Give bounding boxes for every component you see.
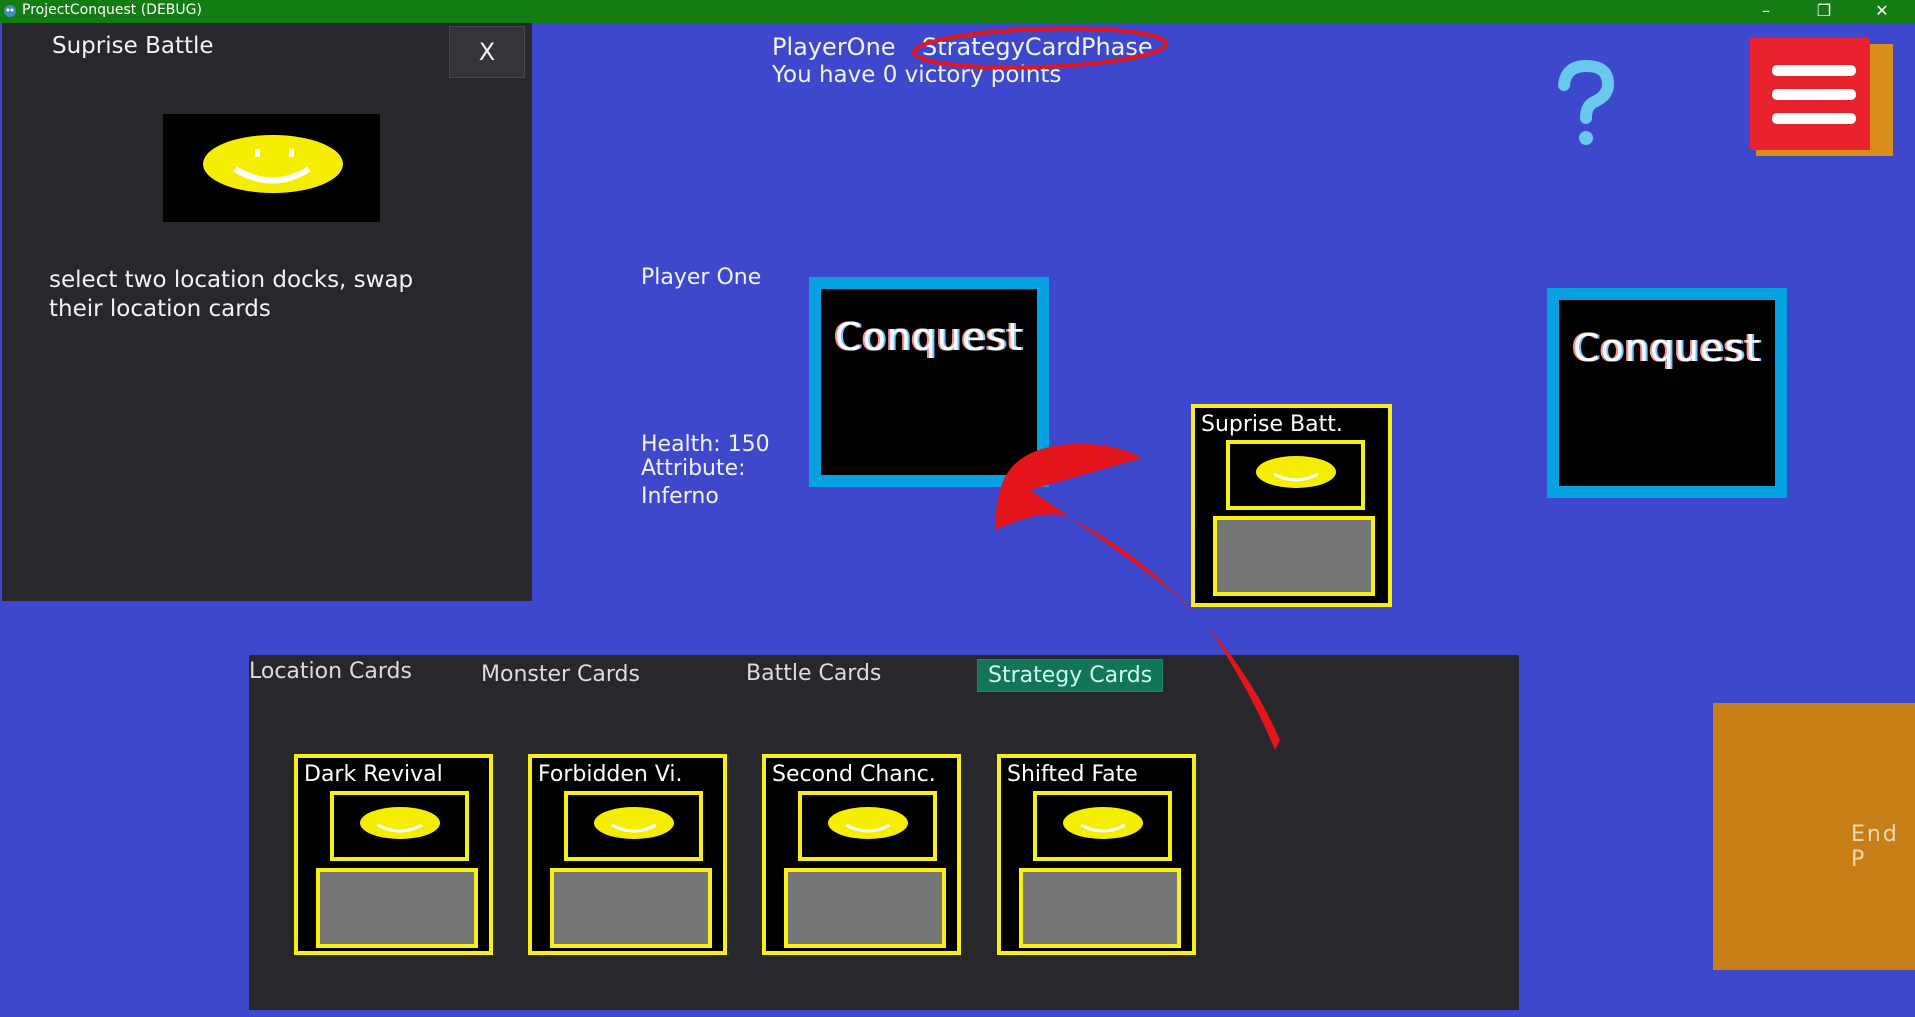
player-attribute-value: Inferno <box>641 484 719 509</box>
card-name: Shifted Fate <box>1007 762 1138 787</box>
player-health: Health: 150 <box>641 432 770 457</box>
popup-card-image <box>163 114 380 222</box>
location-title: Conquest <box>834 315 1024 359</box>
window-title: ProjectConquest (DEBUG) <box>22 2 202 18</box>
player-stats: Health: 150 Attribute: Inferno <box>641 433 821 509</box>
hand-card-2[interactable]: Forbidden Vi. <box>528 754 727 955</box>
card-name: Dark Revival <box>304 762 443 787</box>
card-text-box <box>784 868 946 948</box>
player-label: Player One <box>641 265 762 290</box>
tab-monster-cards[interactable]: Monster Cards <box>481 662 640 687</box>
card-text-box <box>550 868 712 948</box>
victory-points-text: You have 0 victory points <box>772 62 1062 88</box>
smiley-face-icon <box>330 791 469 861</box>
close-icon[interactable]: ✕ <box>1853 0 1911 23</box>
card-text-box <box>316 868 478 948</box>
location-title: Conquest <box>1572 326 1762 370</box>
window-title-bar: ProjectConquest (DEBUG) – ❐ ✕ <box>0 0 1915 23</box>
card-text-box <box>1213 516 1375 596</box>
smiley-face-icon <box>203 135 343 193</box>
card-name: Second Chanc. <box>772 762 936 787</box>
restore-icon[interactable]: ❐ <box>1795 0 1853 23</box>
smiley-face-icon <box>798 791 937 861</box>
godot-icon <box>4 5 16 17</box>
hand-card-3[interactable]: Second Chanc. <box>762 754 961 955</box>
smiley-face-icon <box>564 791 703 861</box>
hand-card-4[interactable]: Shifted Fate <box>997 754 1196 955</box>
end-phase-label: End P <box>1851 822 1899 872</box>
player-attribute-label: Attribute: <box>641 456 746 481</box>
card-name: Suprise Batt. <box>1201 412 1343 437</box>
smiley-face-icon <box>1033 791 1172 861</box>
question-mark-icon[interactable] <box>1546 59 1626 150</box>
card-text-box <box>1019 868 1181 948</box>
smiley-face-icon <box>1226 440 1365 510</box>
tab-location-cards[interactable]: Location Cards <box>249 659 412 684</box>
minimize-icon[interactable]: – <box>1737 0 1795 23</box>
popup-title: Suprise Battle <box>52 33 214 59</box>
popup-description: select two location docks, swap their lo… <box>49 267 414 322</box>
location-dock-2[interactable]: Conquest <box>1547 288 1787 498</box>
hand-card-1[interactable]: Dark Revival <box>294 754 493 955</box>
tab-strategy-cards[interactable]: Strategy Cards <box>977 659 1164 692</box>
tab-battle-cards[interactable]: Battle Cards <box>746 661 881 686</box>
card-name: Forbidden Vi. <box>538 762 683 787</box>
played-strategy-card[interactable]: Suprise Batt. <box>1191 404 1392 607</box>
popup-close-button[interactable]: X <box>449 26 525 78</box>
current-phase: StrategyCardPhase <box>922 33 1153 61</box>
hamburger-menu-icon[interactable] <box>1750 38 1893 156</box>
current-player-name: PlayerOne <box>772 33 896 61</box>
location-dock-1[interactable]: Conquest <box>809 277 1049 487</box>
